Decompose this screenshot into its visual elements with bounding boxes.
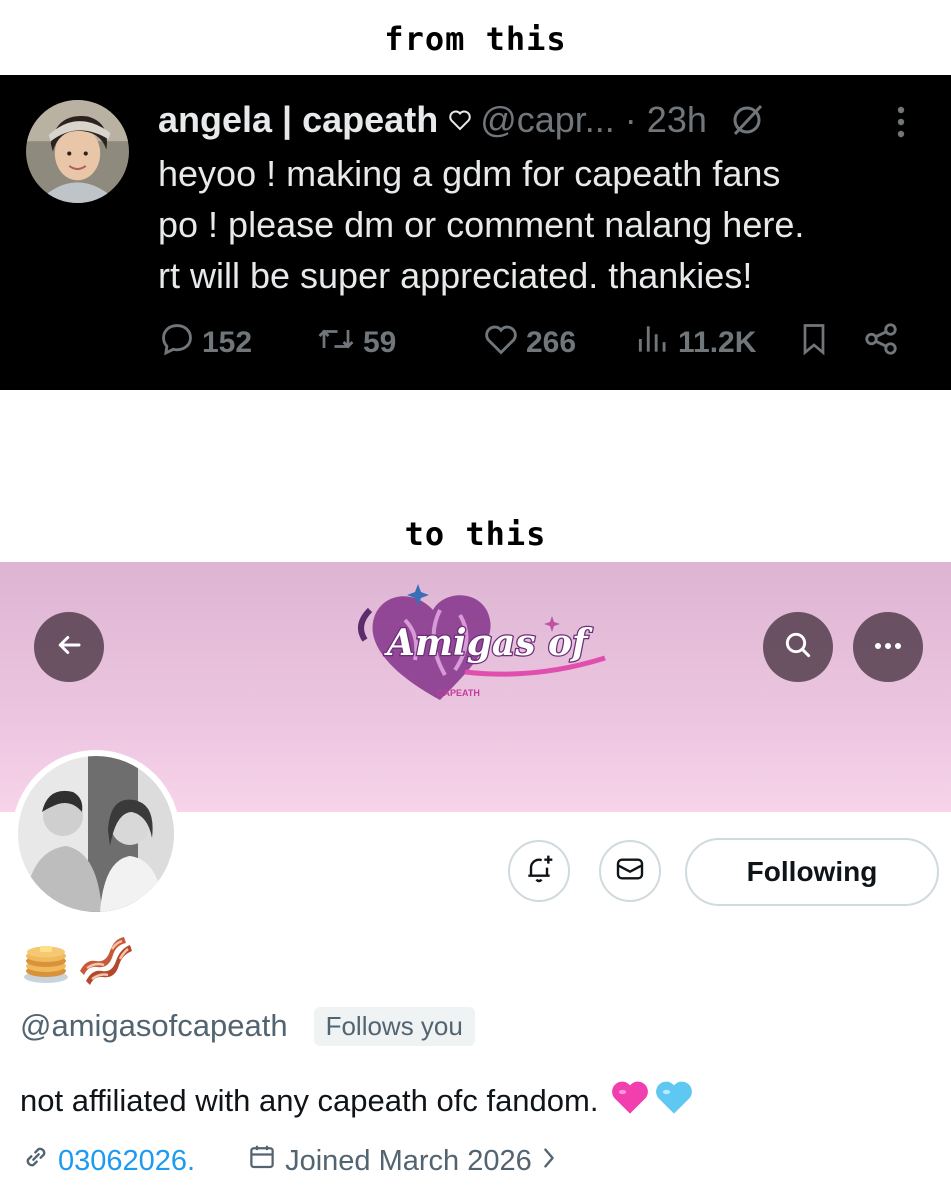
caption-from: from this xyxy=(384,20,567,58)
joined-text: Joined March 2026 xyxy=(285,1144,532,1177)
joined-date[interactable]: Joined March 2026 xyxy=(247,1142,558,1180)
tweet-text-line: heyoo ! making a gdm for capeath fans xyxy=(158,153,781,194)
light-blue-heart-icon xyxy=(654,1078,694,1124)
profile-handle: @amigasofcapeath xyxy=(20,1008,288,1043)
retweet-button[interactable]: 59 xyxy=(315,322,396,364)
reply-button[interactable]: 152 xyxy=(158,322,252,364)
tweet-display-name[interactable]: angela | capeath xyxy=(158,99,438,141)
chevron-right-icon xyxy=(540,1145,558,1178)
grok-icon[interactable] xyxy=(729,102,765,138)
pancakes-icon xyxy=(20,935,72,992)
link-icon xyxy=(20,1141,52,1181)
logo-subtitle-text: CAPEATH xyxy=(437,688,480,698)
views-bar-chart-icon xyxy=(634,320,678,366)
profile-bio: not affiliated with any capeath ofc fand… xyxy=(20,1078,694,1124)
pink-heart-icon xyxy=(610,1078,650,1124)
search-icon xyxy=(782,629,814,666)
like-button[interactable]: 266 xyxy=(482,322,576,364)
share-button[interactable] xyxy=(862,322,906,364)
bacon-icon xyxy=(78,935,134,992)
bio-text: not affiliated with any capeath ofc fand… xyxy=(20,1083,599,1118)
envelope-icon xyxy=(614,853,646,890)
retweet-icon xyxy=(315,320,363,366)
back-button[interactable] xyxy=(34,612,104,682)
display-name-emojis xyxy=(20,935,134,992)
follows-you-badge: Follows you xyxy=(313,1006,475,1046)
tweet-text: heyoo ! making a gdm for capeath fans po… xyxy=(158,148,928,301)
website-link[interactable]: 03062026. xyxy=(58,1145,195,1178)
notifications-button[interactable] xyxy=(508,840,570,902)
profile-handle-row: @amigasofcapeath Follows you xyxy=(20,1004,475,1048)
profile-meta: 03062026. Joined March 2026 xyxy=(20,1140,558,1182)
like-count: 266 xyxy=(526,326,577,359)
tweet-header: angela | capeath @capr... · 23h xyxy=(158,99,765,141)
views-button[interactable]: 11.2K xyxy=(634,322,756,364)
following-button[interactable]: Following xyxy=(685,838,939,906)
like-heart-icon xyxy=(482,320,526,366)
tweet-text-line: po ! please dm or comment nalang here. xyxy=(158,204,805,245)
more-button[interactable] xyxy=(853,612,923,682)
retweet-count: 59 xyxy=(363,326,397,359)
message-button[interactable] xyxy=(599,840,661,902)
reply-count: 152 xyxy=(202,326,253,359)
outline-heart-icon xyxy=(448,108,472,132)
back-arrow-icon xyxy=(54,630,84,665)
bell-plus-icon xyxy=(523,853,555,890)
more-horizontal-icon xyxy=(873,638,903,656)
separator-dot: · xyxy=(624,99,637,140)
bookmark-icon xyxy=(796,320,838,366)
reply-icon xyxy=(158,320,202,366)
views-count: 11.2K xyxy=(678,326,757,359)
share-icon xyxy=(862,320,906,366)
profile-avatar[interactable] xyxy=(12,750,180,918)
logo-title-text: Amigas of xyxy=(384,622,593,664)
tweet-time[interactable]: 23h xyxy=(647,99,707,141)
bookmark-button[interactable] xyxy=(796,322,838,364)
banner-logo: Amigas of CAPEATH xyxy=(345,580,615,710)
search-button[interactable] xyxy=(763,612,833,682)
tweet-author-avatar[interactable] xyxy=(26,100,129,203)
calendar-icon xyxy=(247,1142,277,1180)
caption-to: to this xyxy=(404,515,547,553)
more-options-icon[interactable] xyxy=(886,102,916,147)
bio-emojis xyxy=(610,1078,694,1124)
tweet-text-line: rt will be super appreciated. thankies! xyxy=(158,255,753,296)
tweet-handle[interactable]: @capr... xyxy=(480,99,615,141)
